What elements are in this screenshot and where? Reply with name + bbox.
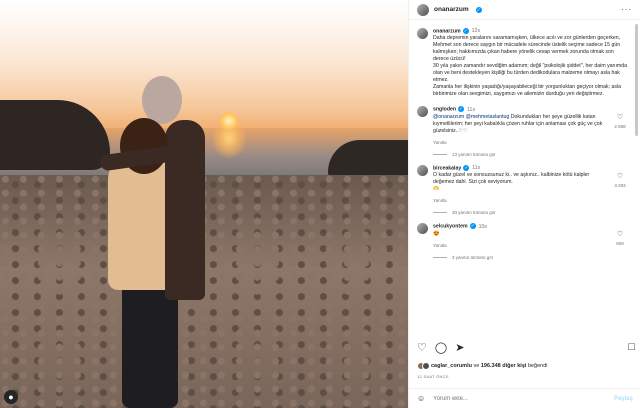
avatar[interactable]: [417, 223, 428, 235]
action-bar: ♡ ◯ ➤ □: [417, 340, 635, 354]
caption-text-3: Zamanla her ilişkinin yaşadığı/yaşayabil…: [433, 84, 621, 98]
post-header: onanarzum ✓ ···: [409, 0, 640, 20]
heart-icon[interactable]: ♡: [417, 341, 427, 354]
comment-emoji: 🫶: [433, 186, 440, 193]
comment-username[interactable]: selcukyontem: [433, 224, 468, 230]
reply-button[interactable]: Yanıtla: [433, 139, 447, 146]
heart-icon[interactable]: ♡: [617, 173, 623, 180]
likes-suffix: beğendi: [527, 363, 548, 369]
heart-icon[interactable]: ♡: [617, 231, 623, 238]
avatar[interactable]: [417, 106, 428, 118]
user-tag-icon[interactable]: ●: [4, 390, 18, 404]
comment-time[interactable]: 11s: [472, 165, 480, 171]
heart-icon[interactable]: ♡: [617, 114, 623, 121]
image-man-head: [142, 76, 182, 124]
comment-likes: 508: [616, 241, 624, 247]
reply-button[interactable]: Yanıtla: [433, 197, 447, 204]
view-replies-label: 13 yanıtın tümünü gör: [452, 151, 496, 157]
avatar[interactable]: [417, 3, 429, 16]
verified-icon: ✓: [469, 223, 476, 230]
verified-icon: ✓: [462, 28, 469, 34]
verified-icon: ✓: [463, 164, 470, 171]
image-rocks-right: [328, 140, 408, 180]
comment-icon[interactable]: ◯: [435, 341, 447, 354]
divider: [433, 153, 447, 155]
view-replies-button[interactable]: 13 yanıtın tümünü gör: [433, 152, 627, 157]
post-image[interactable]: ●: [0, 0, 408, 408]
avatar[interactable]: [417, 164, 428, 176]
emoji-icon[interactable]: ☺: [417, 394, 425, 403]
more-icon[interactable]: ···: [621, 5, 632, 14]
comment-time[interactable]: 11s: [467, 107, 475, 113]
post-comment-button[interactable]: Paylaş: [614, 396, 633, 402]
likes-others-link[interactable]: 196.348 diğer kişi: [481, 363, 527, 369]
caption: onanarzum ✓ 12s Daha depremin yaralarını s…: [417, 28, 627, 98]
post-panel: onanarzum ✓ ··· onanarzum ✓ 12s Daha depre…: [408, 0, 640, 408]
caption-text: Daha depremin yaralarını saramamışken, ü…: [433, 35, 621, 63]
comment-username[interactable]: birceakalay: [433, 165, 461, 171]
liker-username[interactable]: caglar_corumlu: [431, 363, 472, 369]
likes-summary: caglar_corumlu ve 196.348 diğer kişi beğ…: [417, 362, 548, 370]
comment-input[interactable]: [433, 395, 606, 402]
post-time[interactable]: 12 SAAT ÖNCE: [417, 374, 449, 379]
comments-list: onanarzum ✓ 12s Daha depremin yaralarını s…: [409, 24, 635, 336]
comment-text: 😍: [433, 230, 440, 237]
image-woman-legs: [122, 282, 178, 408]
view-replies-label: 3 yanıtın tümünü gör: [452, 254, 494, 260]
image-sun: [220, 112, 238, 130]
likes-connector: ve: [473, 363, 480, 369]
mention-link[interactable]: @mehmetaslantug: [466, 114, 510, 120]
share-icon[interactable]: ➤: [455, 341, 464, 354]
reply-button[interactable]: Yanıtla: [433, 242, 447, 249]
comment-time[interactable]: 10s: [479, 224, 487, 230]
scrollbar[interactable]: [635, 24, 638, 136]
caption-text-2: 30 yıla yakın zamandır sevdiğim adamım; …: [433, 63, 627, 84]
comment-likes: 3.293: [614, 182, 626, 188]
view-replies-label: 30 yanıtın tümünü gör: [452, 210, 496, 216]
bookmark-icon[interactable]: □: [628, 341, 635, 353]
view-replies-button[interactable]: 30 yanıtın tümünü gör: [433, 210, 627, 215]
verified-icon: ✓: [458, 106, 465, 113]
divider: [433, 256, 447, 258]
comment-item: sngloden ✓ 11s @onanarzum @mehmetaslantug …: [417, 106, 627, 145]
comment-text: O kadar güzel ve sonsuzsunuz ki.. ve aşk…: [433, 172, 590, 186]
view-replies-button[interactable]: 3 yanıtın tümünü gör: [433, 255, 627, 260]
mention-link[interactable]: @onanarzum: [433, 114, 464, 120]
comment-username[interactable]: sngloden: [433, 107, 456, 113]
caption-username[interactable]: onanarzum: [433, 28, 461, 34]
avatar[interactable]: [417, 28, 428, 39]
post-username[interactable]: onanarzum: [434, 6, 469, 13]
comment-item: selcukyontem ✓ 10s 😍 Yanıtla ♡ 508: [417, 223, 627, 248]
comment-item: birceakalay ✓ 11s O kadar güzel ve sonsuzs…: [417, 164, 627, 204]
liker-avatars: [417, 362, 430, 370]
add-comment-bar: ☺ Paylaş: [409, 388, 640, 408]
caption-time[interactable]: 12s: [472, 28, 480, 34]
comment-likes: 2.968: [614, 124, 626, 130]
verified-icon: ✓: [475, 6, 482, 13]
divider: [433, 212, 447, 214]
